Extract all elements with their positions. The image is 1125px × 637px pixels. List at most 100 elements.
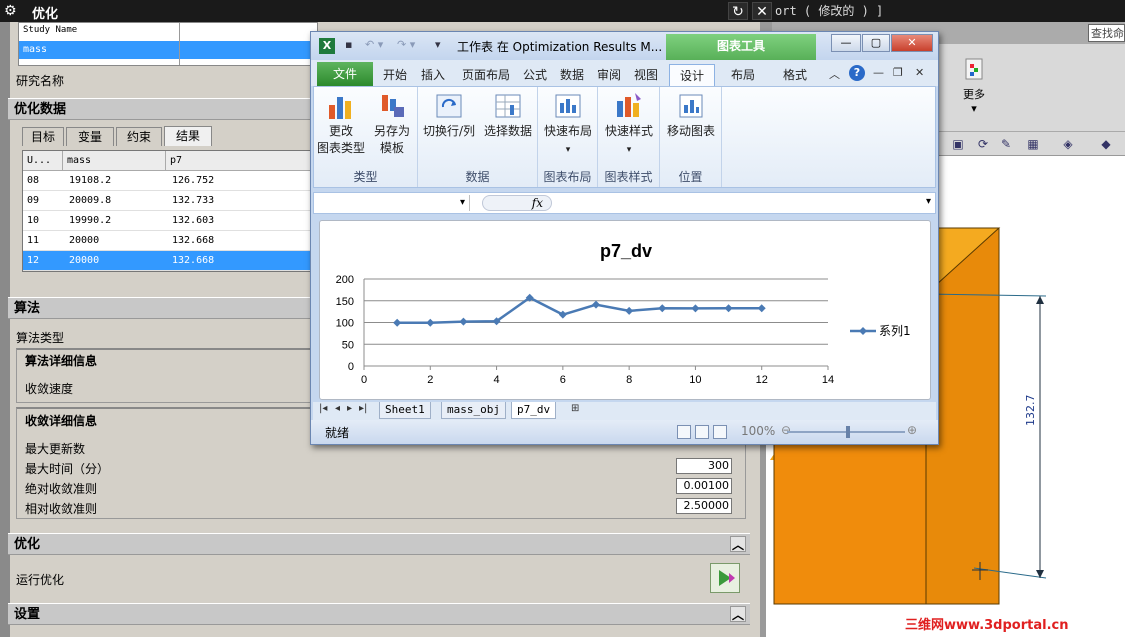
first-sheet-icon[interactable]: |◂ bbox=[319, 403, 327, 414]
line-chart[interactable]: p7_dv 0 50 100 150 200 0 2 4 6 8 10 12 14 系列1 bbox=[320, 221, 932, 401]
tab-objective[interactable]: 目标 bbox=[22, 127, 64, 146]
chevron-up-icon[interactable]: ︿ bbox=[730, 536, 746, 552]
max-time-input[interactable]: 300 bbox=[676, 458, 732, 474]
study-list[interactable]: Study Name mass bbox=[18, 22, 318, 66]
tab-view[interactable]: 视图 bbox=[629, 64, 663, 86]
run-optimization-button[interactable] bbox=[710, 563, 740, 593]
ribbon-group-data: 切换行/列 选择数据 数据 bbox=[418, 87, 538, 187]
chart-area[interactable]: p7_dv 0 50 100 150 200 0 2 4 6 8 10 12 14 系列1 bbox=[319, 220, 931, 400]
tab-format[interactable]: 格式 bbox=[773, 64, 817, 86]
cell-u: 11 bbox=[27, 235, 40, 246]
more-button[interactable]: 更多 ▾ bbox=[955, 50, 993, 115]
workbook-restore-icon[interactable]: ❐ bbox=[893, 66, 903, 79]
tab-results[interactable]: 结果 bbox=[164, 126, 212, 146]
results-table-header: U... mass p7 bbox=[23, 151, 321, 171]
results-table[interactable]: U... mass p7 08 19108.2 126.752 09 20009… bbox=[22, 150, 322, 272]
rel-criteria-input[interactable]: 2.50000 bbox=[676, 498, 732, 514]
quick-styles-icon bbox=[617, 93, 641, 117]
move-chart-button[interactable]: 移动图表 bbox=[662, 91, 720, 140]
column-divider bbox=[179, 23, 180, 65]
chevron-down-icon: ▾ bbox=[971, 102, 977, 115]
section-optimize[interactable]: 优化 ︿ bbox=[8, 533, 750, 555]
rotate-icon[interactable]: ⟳ bbox=[975, 136, 991, 152]
tab-constraints[interactable]: 约束 bbox=[116, 127, 162, 146]
normal-view-icon[interactable] bbox=[677, 425, 691, 439]
chart-title[interactable]: p7_dv bbox=[600, 241, 652, 261]
dimension-label[interactable]: 132.7 bbox=[1024, 395, 1037, 427]
close-icon[interactable]: ✕ bbox=[752, 2, 772, 20]
workbook-close-icon[interactable]: ✕ bbox=[915, 66, 924, 79]
tab-insert[interactable]: 插入 bbox=[415, 64, 451, 86]
quick-styles-button[interactable]: 快速样式 ▾ bbox=[600, 91, 658, 159]
chart-tools-context-label: 图表工具 bbox=[666, 34, 816, 60]
tab-home[interactable]: 开始 bbox=[377, 64, 413, 86]
name-box-dropdown[interactable]: ▾ bbox=[318, 195, 470, 211]
maximize-icon[interactable]: ▢ bbox=[862, 34, 890, 52]
save-as-template-button[interactable]: 另存为 模板 bbox=[368, 91, 416, 157]
reset-icon[interactable]: ↻ bbox=[728, 2, 748, 20]
sheet-tab-sheet1[interactable]: Sheet1 bbox=[379, 402, 431, 419]
insert-sheet-icon[interactable]: ⊞ bbox=[571, 403, 579, 414]
section-icon[interactable]: ◈ bbox=[1060, 136, 1076, 152]
chart-type-icon bbox=[329, 97, 351, 119]
close-icon[interactable]: ✕ bbox=[891, 34, 933, 52]
table-row[interactable]: 10 19990.2 132.603 bbox=[23, 211, 321, 231]
tab-variables[interactable]: 变量 bbox=[66, 127, 114, 146]
zoom-out-icon[interactable]: ⊖ bbox=[781, 423, 791, 437]
sheet-tab-p7-dv[interactable]: p7_dv bbox=[511, 402, 557, 419]
fx-icon[interactable]: fx bbox=[482, 195, 552, 211]
tab-design[interactable]: 设计 bbox=[669, 64, 715, 86]
zoom-level[interactable]: 100% bbox=[741, 424, 775, 438]
render-style-icon[interactable]: ▦ bbox=[1025, 136, 1041, 152]
tab-layout[interactable]: 布局 bbox=[721, 64, 765, 86]
change-chart-type-button[interactable]: 更改 图表类型 bbox=[316, 91, 366, 157]
pan-icon[interactable]: ✎ bbox=[998, 136, 1014, 152]
help-icon[interactable]: ? bbox=[849, 65, 865, 81]
quick-layout-button[interactable]: 快速布局 ▾ bbox=[540, 91, 596, 159]
minimize-ribbon-icon[interactable]: ︿ bbox=[829, 66, 840, 82]
ribbon-group-type-label: 类型 bbox=[353, 170, 378, 184]
page-layout-view-icon[interactable] bbox=[695, 425, 709, 439]
tab-page-layout[interactable]: 页面布局 bbox=[455, 64, 517, 86]
section-settings[interactable]: 设置 ︿ bbox=[8, 603, 750, 625]
save-icon[interactable]: ▪ bbox=[345, 38, 352, 51]
tab-formulas[interactable]: 公式 bbox=[519, 64, 551, 86]
cube-icon[interactable]: ◆ bbox=[1098, 136, 1114, 152]
chart-legend[interactable]: 系列1 bbox=[850, 324, 911, 338]
sheet-tab-mass-obj[interactable]: mass_obj bbox=[441, 402, 506, 419]
minimize-icon[interactable]: — bbox=[831, 34, 861, 52]
gear-icon[interactable]: ⚙ bbox=[4, 3, 20, 19]
zoom-in-icon[interactable]: ⊕ bbox=[907, 423, 917, 437]
tab-file[interactable]: 文件 bbox=[317, 62, 373, 86]
table-row-selected[interactable]: 12 20000 132.668 bbox=[23, 251, 321, 271]
col-header-p7[interactable]: p7 bbox=[166, 151, 321, 171]
chart-series[interactable] bbox=[393, 293, 766, 327]
chart-axes: 0 50 100 150 200 0 2 4 6 8 10 12 14 bbox=[336, 274, 834, 386]
select-data-button[interactable]: 选择数据 bbox=[480, 91, 536, 140]
prev-sheet-icon[interactable]: ◂ bbox=[335, 403, 340, 414]
last-sheet-icon[interactable]: ▸| bbox=[359, 403, 367, 414]
col-header-u[interactable]: U... bbox=[23, 151, 63, 171]
x-tick-label: 8 bbox=[626, 374, 632, 386]
page-break-view-icon[interactable] bbox=[713, 425, 727, 439]
redo-icon[interactable]: ↷ ▾ bbox=[397, 38, 415, 51]
tab-review[interactable]: 审阅 bbox=[593, 64, 625, 86]
expand-formula-icon[interactable]: ▾ bbox=[926, 196, 931, 207]
abs-criteria-input[interactable]: 0.00100 bbox=[676, 478, 732, 494]
zoom-icon[interactable]: ▣ bbox=[950, 136, 966, 152]
tab-data[interactable]: 数据 bbox=[555, 64, 589, 86]
excel-logo-icon[interactable]: X bbox=[319, 38, 335, 54]
switch-row-column-button[interactable]: 切换行/列 bbox=[420, 91, 478, 140]
command-search-input[interactable]: 查找命 bbox=[1088, 24, 1125, 42]
workbook-minimize-icon[interactable]: — bbox=[873, 66, 884, 79]
next-sheet-icon[interactable]: ▸ bbox=[347, 403, 352, 414]
table-row[interactable]: 11 20000 132.668 bbox=[23, 231, 321, 251]
study-row-selected[interactable]: mass bbox=[19, 41, 317, 59]
chevron-up-icon[interactable]: ︿ bbox=[730, 606, 746, 622]
undo-icon[interactable]: ↶ ▾ bbox=[365, 38, 383, 51]
table-row[interactable]: 08 19108.2 126.752 bbox=[23, 171, 321, 191]
zoom-slider-thumb[interactable] bbox=[846, 426, 850, 438]
table-row[interactable]: 09 20009.8 132.733 bbox=[23, 191, 321, 211]
col-header-mass[interactable]: mass bbox=[63, 151, 166, 171]
customize-qat-icon[interactable]: ▾ bbox=[435, 38, 441, 51]
